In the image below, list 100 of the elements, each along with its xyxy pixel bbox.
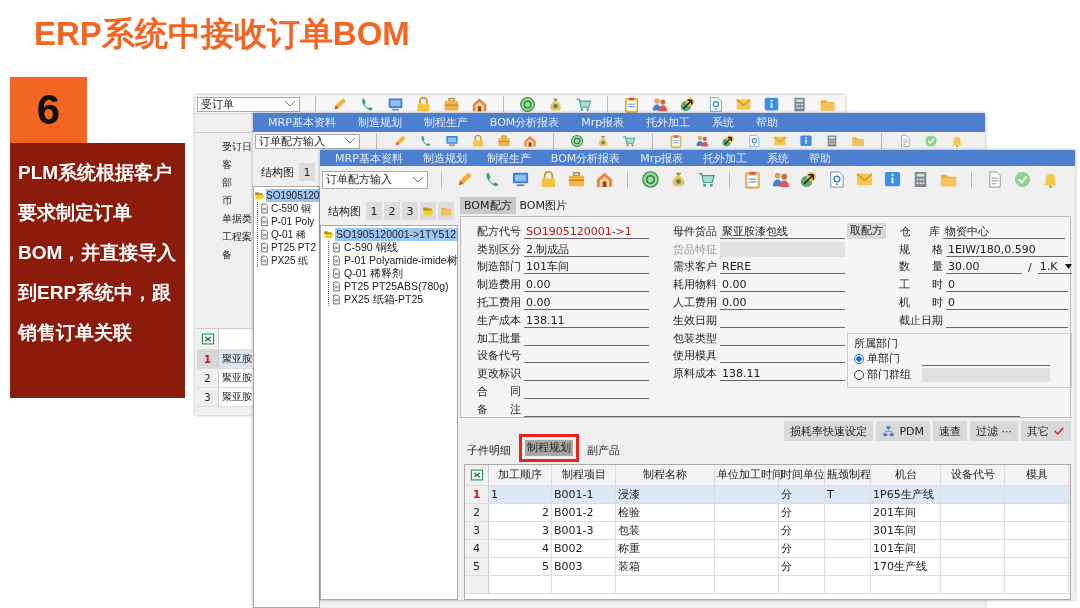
tree-item[interactable]: PX25 纸箱-PT25 xyxy=(343,293,425,306)
table-row[interactable]: 5 5 B003 装箱 分 170生产线 xyxy=(465,558,1070,576)
tab[interactable]: 副产品 xyxy=(581,440,626,462)
table-cell: 分 xyxy=(781,524,792,537)
row-number[interactable]: 3 xyxy=(465,522,489,539)
tab[interactable]: 子件明细 xyxy=(461,440,517,462)
column-header[interactable]: 制程名称 xyxy=(616,465,715,485)
toolbar-button[interactable]: 过滤 ··· xyxy=(970,421,1018,441)
menu-item[interactable]: 帮助 xyxy=(756,115,779,130)
input-field[interactable]: 1EIW/180,0.590 xyxy=(946,241,1068,257)
field-label: 配方代号 xyxy=(477,223,521,239)
column-header[interactable]: 瓶颈制程 xyxy=(825,465,871,485)
input-field[interactable]: 0.00 xyxy=(524,277,649,293)
input-field[interactable]: SO1905120001->1 xyxy=(524,223,649,239)
menu-item[interactable]: MRP基本资料 xyxy=(335,150,403,166)
tree-item[interactable]: SO1905120001->1TY512 xyxy=(335,228,457,241)
tree-tab[interactable]: 1 xyxy=(366,202,382,220)
menu-item[interactable]: 帮助 xyxy=(809,150,832,166)
table-row[interactable]: 2 聚亚胺 xyxy=(197,369,253,388)
input-field[interactable]: 30.00 xyxy=(946,259,1022,275)
toolbar-button[interactable]: 速查 xyxy=(933,421,967,441)
tab[interactable]: BOM配方 xyxy=(460,197,516,214)
toolbar-button[interactable]: PDM xyxy=(876,421,930,441)
row-number[interactable]: 4 xyxy=(465,540,489,557)
input-field[interactable]: 0 xyxy=(946,277,1068,293)
tree-item[interactable]: Q-01 稀释剂 xyxy=(343,267,405,280)
tree-item[interactable]: C-590 铜线 xyxy=(343,241,399,254)
fetch-button[interactable]: 取配方 xyxy=(847,222,886,239)
field-label: 规 格 xyxy=(899,241,943,257)
menu-item[interactable]: MRP基本资料 xyxy=(268,115,336,130)
menu-item[interactable]: 系统 xyxy=(767,150,790,166)
field-label: 客 xyxy=(222,158,232,172)
tree-tab[interactable]: 2 xyxy=(384,202,400,220)
input-field[interactable]: RERE xyxy=(720,259,845,275)
column-header[interactable]: 模具 xyxy=(1005,465,1069,485)
menu-item[interactable]: 制程生产 xyxy=(423,115,468,130)
form-dropdown[interactable]: 受订单 xyxy=(197,96,300,112)
column-header[interactable]: 设备代号 xyxy=(941,465,1005,485)
table-row[interactable]: 1 1 B001-1 浸漆 分 T 1P65生产线 xyxy=(465,486,1070,504)
table-cell: 分 xyxy=(781,542,792,555)
tree-item[interactable]: Q-01 稀 xyxy=(271,228,306,241)
menu-item[interactable]: 托外加工 xyxy=(703,150,748,166)
column-header[interactable]: 加工顺序 xyxy=(489,465,552,485)
tree-tab[interactable]: 3 xyxy=(402,202,418,220)
table-row[interactable]: 3 3 B001-3 包装 分 301车间 xyxy=(465,522,1070,540)
table-cell: 4 xyxy=(542,542,549,555)
field-label: 备 xyxy=(222,248,232,262)
field-label: 使用模具 xyxy=(673,348,717,364)
menu-item[interactable]: 制造规划 xyxy=(422,150,467,166)
tree-item[interactable]: PX25 纸 xyxy=(271,254,309,267)
menu-item[interactable]: 制造规划 xyxy=(357,115,402,130)
input-field[interactable]: 138.11 xyxy=(524,312,649,328)
menu-item[interactable]: Mrp报表 xyxy=(581,115,625,130)
unit-dropdown[interactable]: 1.K xyxy=(1037,259,1072,275)
tree-item[interactable]: SO1905120 xyxy=(266,189,319,202)
input-field[interactable]: 0.00 xyxy=(720,295,845,310)
table-row[interactable]: 2 2 B001-2 检验 分 201车间 xyxy=(465,504,1070,522)
tree-item[interactable]: P-01 Polyamide-imide树 xyxy=(343,254,457,267)
table-cell: 3 xyxy=(542,524,549,537)
row-number[interactable]: 2 xyxy=(197,369,219,387)
input-field[interactable]: 0 xyxy=(946,295,1068,310)
form-dropdown[interactable]: 订单配方输入 xyxy=(322,170,428,189)
table-row[interactable]: 3 聚亚胺 xyxy=(197,388,253,407)
menu-item[interactable]: BOM分析报表 xyxy=(489,115,560,130)
row-number[interactable]: 1 xyxy=(465,486,489,503)
input-field[interactable]: 0.00 xyxy=(524,295,649,310)
toolbar-button[interactable]: 损耗率快速设定 xyxy=(784,421,874,441)
field-label: 生效日期 xyxy=(673,312,717,328)
input-field[interactable]: 0.00 xyxy=(720,277,845,293)
field-label: 托工费用 xyxy=(477,295,521,310)
row-number[interactable]: 2 xyxy=(465,504,489,521)
row-number[interactable]: 5 xyxy=(465,558,489,575)
field-label: 制造部门 xyxy=(477,259,521,275)
input-field[interactable]: 聚亚胺漆包线 xyxy=(720,223,845,239)
input-field[interactable]: 101车间 xyxy=(524,259,649,275)
menu-item[interactable]: BOM分析报表 xyxy=(550,150,621,166)
table-row[interactable]: 1 聚亚胺 xyxy=(197,350,253,369)
form-dropdown[interactable]: 订单配方输入 xyxy=(255,133,360,149)
menu-item[interactable]: 系统 xyxy=(712,115,735,130)
input-field[interactable]: 138.11 xyxy=(720,366,845,382)
tree-item[interactable]: PT25 PT25ABS(780g) xyxy=(343,280,450,293)
tree-item[interactable]: PT25 PT2 xyxy=(271,241,317,254)
input-field[interactable]: 2.制成品 xyxy=(524,241,649,257)
column-header[interactable]: 制程项目 xyxy=(552,465,616,485)
input-field[interactable]: 物资中心 xyxy=(943,223,1065,239)
tree-item[interactable]: C-590 铜 xyxy=(271,202,311,215)
table-row[interactable]: 4 4 B002 称重 分 101车间 xyxy=(465,540,1070,558)
tab[interactable]: 制程规划 xyxy=(519,434,579,462)
tree-tab-label: 结构图 xyxy=(328,203,361,219)
menu-item[interactable]: 制程生产 xyxy=(486,150,531,166)
menu-item[interactable]: 托外加工 xyxy=(646,115,691,130)
field-label: 工程案 xyxy=(222,230,252,244)
menu-item[interactable]: Mrp报表 xyxy=(640,150,684,166)
tree-item[interactable]: P-01 Poly xyxy=(271,215,315,228)
toolbar-button[interactable]: 其它 xyxy=(1021,421,1071,441)
tree-tab[interactable]: 1 xyxy=(299,163,315,181)
column-header[interactable]: 机台 xyxy=(871,465,941,485)
step-number: 6 xyxy=(10,77,87,143)
table-cell: B001-2 xyxy=(554,506,594,519)
row-number[interactable]: 3 xyxy=(197,388,219,406)
